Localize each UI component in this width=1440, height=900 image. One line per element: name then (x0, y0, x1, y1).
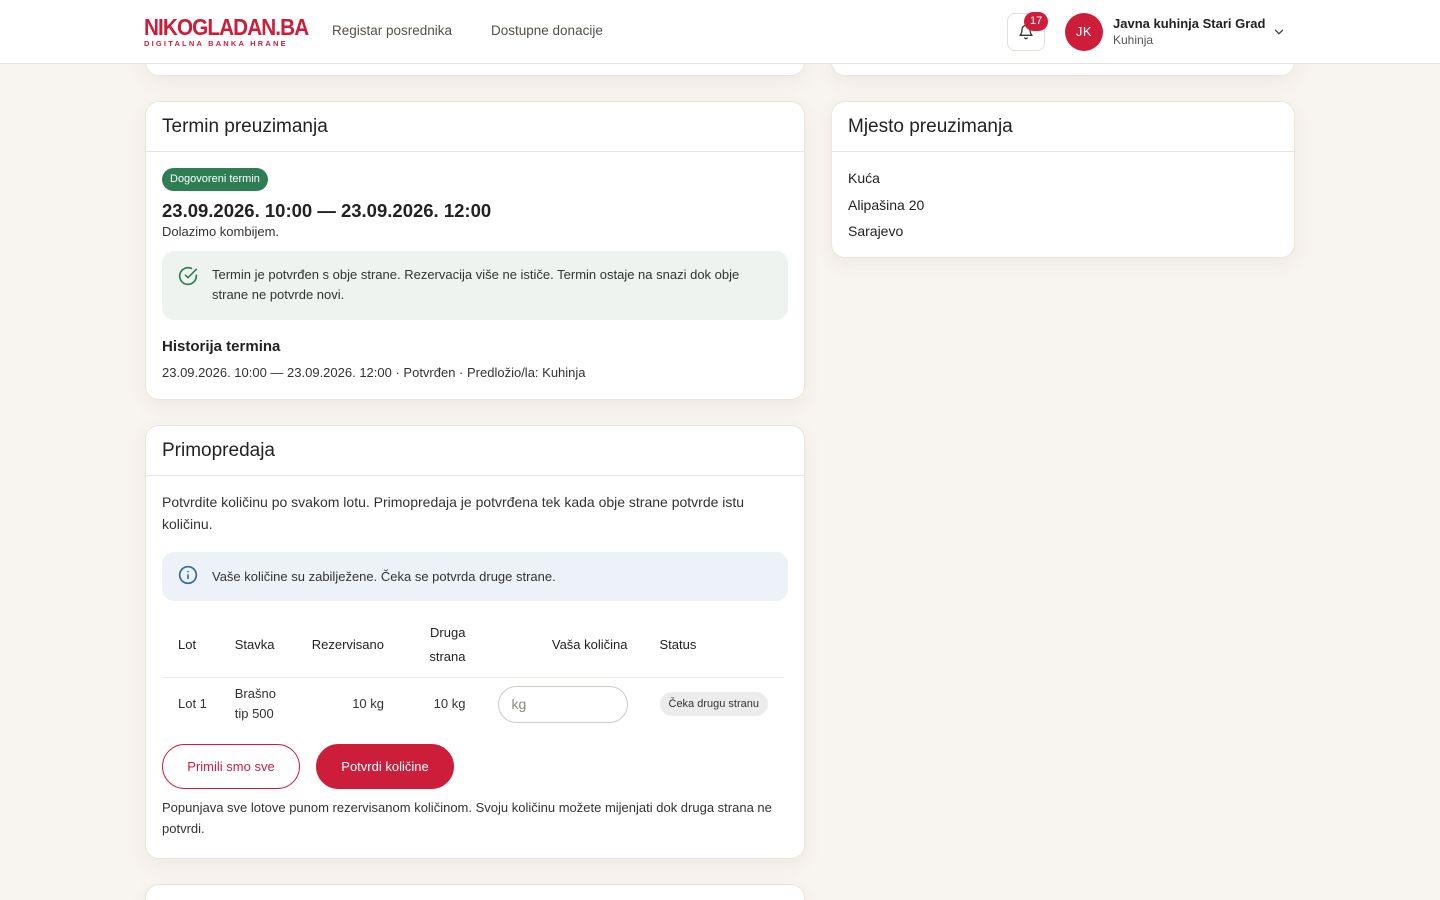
nav-link-dostupne-donacije[interactable]: Dostupne donacije (491, 23, 603, 38)
handover-intro: Potvrdite količinu po svakom lotu. Primo… (162, 494, 745, 532)
handover-actions: Primili smo sve Potvrdi količine (162, 744, 788, 789)
column-header-status: Status (659, 637, 697, 652)
card-header: Primopredaja (146, 426, 804, 476)
history-title: Historija termina (162, 338, 281, 355)
logo-tagline: DIGITALNA BANKA HRANE (144, 39, 288, 48)
table-header-row: Lot Stavka Rezervisano Druga strana Vaša… (162, 613, 784, 678)
status-badge: Čeka drugu stranu (659, 692, 768, 716)
column-header-item: Stavka (234, 637, 275, 652)
handover-info-alert: Vaše količine su zabilježene. Čeka se po… (162, 552, 788, 601)
logo-wordmark: NIKOGLADAN.BA (144, 14, 309, 40)
handover-card: Primopredaja Potvrdite količinu po svako… (145, 425, 805, 859)
cell-item: Brašno tip 500 (218, 677, 296, 730)
chevron-down-icon[interactable] (1272, 25, 1286, 39)
user-name[interactable]: Javna kuhinja Stari Grad (1113, 16, 1265, 31)
card-title: Mjesto preuzimanja (848, 115, 1013, 137)
cell-your-quantity (481, 677, 644, 730)
site-logo[interactable]: NIKOGLADAN.BA DIGITALNA BANKA HRANE (144, 14, 309, 49)
alert-text: Termin je potvrđen s obje strane. Rezerv… (212, 267, 740, 302)
term-confirmed-alert: Termin je potvrđen s obje strane. Rezerv… (162, 251, 788, 320)
term-note: Dolazimo kombijem. (162, 224, 280, 239)
user-avatar[interactable]: JK (1065, 13, 1103, 51)
card-title: Termin preuzimanja (162, 115, 328, 137)
column-header-other-side: Druga strana (429, 625, 466, 664)
agreed-term-badge: Dogovoreni termin (162, 168, 268, 191)
received-all-button[interactable]: Primili smo sve (162, 744, 300, 789)
term-range: 23.09.2026. 10:00 — 23.09.2026. 12:00 (162, 200, 492, 221)
pickup-location-card: Mjesto preuzimanja Kuća Alipašina 20 Sar… (831, 101, 1295, 258)
location-city: Sarajevo (848, 223, 904, 239)
alert-text: Vaše količine su zabilježene. Čeka se po… (212, 568, 556, 584)
card-header: Termin preuzimanja (146, 102, 804, 152)
location-street: Alipašina 20 (848, 196, 925, 213)
confirm-quantities-button[interactable]: Potvrdi količine (316, 744, 454, 789)
card-header: Mjesto preuzimanja (832, 102, 1294, 152)
info-icon (178, 565, 212, 590)
user-role: Kuhinja (1113, 33, 1154, 47)
column-header-your-quantity: Vaša količina (551, 637, 628, 652)
column-header-lot: Lot (178, 637, 197, 652)
pickup-term-card: Termin preuzimanja Dogovoreni termin 23.… (145, 101, 805, 400)
cell-reserved: 10 kg (295, 677, 400, 730)
next-card (145, 884, 805, 900)
nav-link-registar-posrednika[interactable]: Registar posrednika (332, 23, 452, 38)
cell-other-side: 10 kg (400, 677, 482, 730)
history-entry: 23.09.2026. 10:00 — 23.09.2026. 12:00 · … (162, 365, 586, 380)
handover-footnote: Popunjava sve lotove punom rezervisanom … (162, 800, 772, 836)
cell-status: Čeka drugu stranu (643, 677, 784, 730)
card-title: Primopredaja (162, 439, 275, 461)
column-header-reserved: Rezervisano (311, 637, 384, 652)
table-row: Lot 1 Brašno tip 500 10 kg 10 kg Čeka dr… (162, 677, 784, 730)
notifications-count-badge: 17 (1024, 12, 1049, 31)
top-navigation-bar: NIKOGLADAN.BA DIGITALNA BANKA HRANE Regi… (0, 0, 1440, 64)
cell-lot: Lot 1 (162, 677, 219, 730)
location-name: Kuća (848, 170, 880, 186)
lots-table: Lot Stavka Rezervisano Druga strana Vaša… (162, 613, 784, 730)
check-circle-icon (178, 266, 212, 291)
quantity-input[interactable] (497, 685, 628, 723)
